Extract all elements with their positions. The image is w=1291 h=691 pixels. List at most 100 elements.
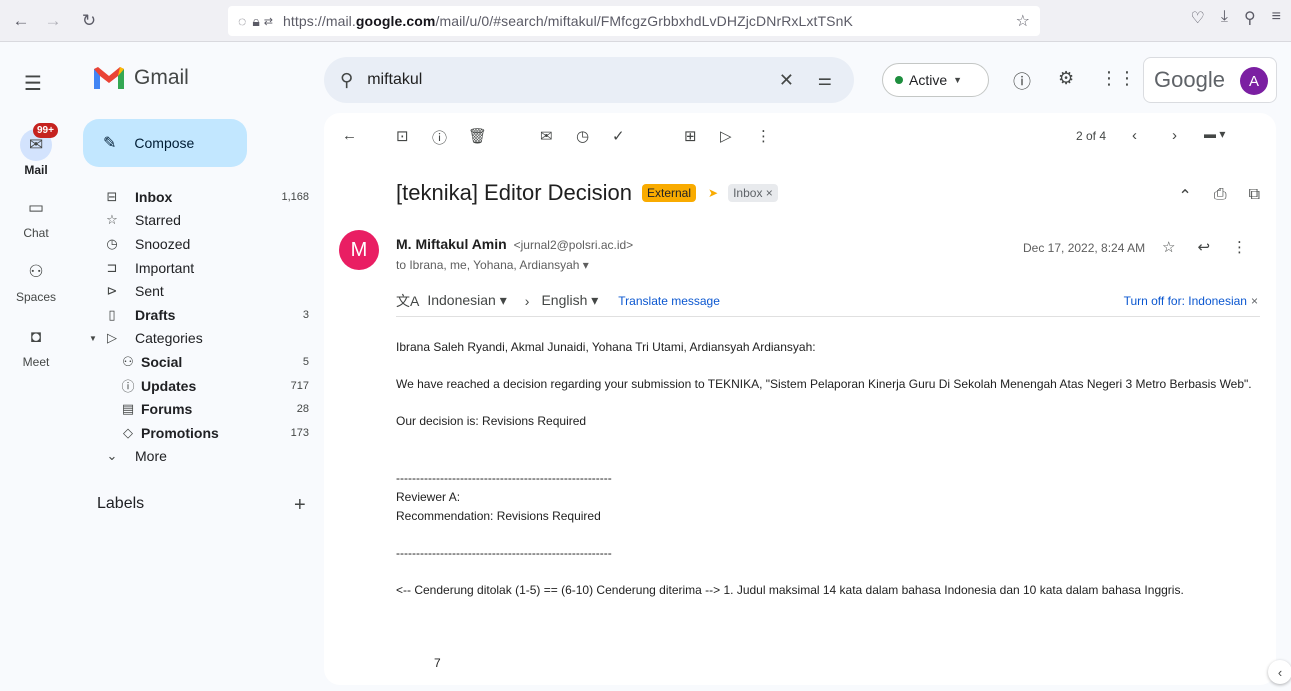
folder-important[interactable]: ⊐ Important — [83, 256, 319, 280]
back-arrow-icon[interactable]: ← — [8, 8, 34, 34]
pager-count: 2 of 4 — [1076, 129, 1107, 143]
print-icon[interactable]: ⎙ — [1214, 186, 1227, 206]
sender-name[interactable]: M. Miftakul Amin — [396, 236, 507, 252]
folder-sent[interactable]: ⊳ Sent — [83, 279, 319, 303]
apps-grid-icon[interactable]: ⋮⋮ — [1100, 68, 1136, 89]
folder-more[interactable]: ⌄ More — [83, 445, 319, 469]
folder-drafts[interactable]: ▯ Drafts 3 — [83, 303, 319, 327]
sender-avatar[interactable]: M — [339, 230, 379, 270]
translate-bar: 文A Indonesian ▾ › English ▾ Translate me… — [396, 285, 1260, 317]
star-icon: ☆ — [106, 212, 118, 228]
clear-search-icon[interactable]: ✕ — [779, 70, 794, 91]
folder-label: Updates — [141, 377, 197, 394]
folder-inbox[interactable]: ⊟ Inbox 1,168 — [83, 185, 319, 209]
arrow-right-icon: › — [524, 292, 530, 309]
archive-icon[interactable]: ⊡ — [396, 127, 409, 145]
add-task-icon[interactable]: ✓ — [612, 127, 625, 145]
shield-icon: ◌ — [238, 13, 247, 29]
folder-count: 173 — [290, 426, 309, 439]
delete-icon[interactable]: 🗑︎ — [468, 127, 487, 145]
collapse-all-icon[interactable]: ⌃ — [1178, 186, 1191, 206]
search-options-icon[interactable]: ⚌ — [818, 70, 832, 90]
folder-label: Drafts — [135, 306, 176, 323]
folder-promotions[interactable]: ◇ Promotions 173 — [83, 421, 319, 445]
gmail-wordmark: Gmail — [134, 66, 189, 89]
folder-label: Snoozed — [135, 235, 191, 252]
snooze-icon[interactable]: ◷ — [576, 127, 589, 145]
inbox-icon: ⊟ — [106, 188, 118, 204]
account-box[interactable]: Google A — [1143, 57, 1277, 103]
gmail-logo[interactable]: Gmail — [92, 65, 189, 91]
main-menu-icon[interactable]: ☰ — [24, 71, 42, 96]
status-dropdown[interactable]: Active ▼ — [882, 63, 989, 97]
turn-off-translate-link[interactable]: Turn off for: Indonesian × — [1124, 294, 1258, 308]
chevron-down-icon: ⌄ — [106, 448, 118, 464]
forward-arrow-icon[interactable]: → — [40, 8, 66, 34]
side-panel-toggle-icon[interactable]: ‹ — [1268, 660, 1291, 684]
translate-icon: 文A — [396, 292, 420, 309]
folder-snoozed[interactable]: ◷ Snoozed — [83, 232, 319, 256]
rail-meet[interactable]: ◘ Meet — [0, 321, 72, 369]
mail-unread-badge: 99+ — [33, 123, 58, 138]
send-icon: ⊳ — [106, 283, 118, 299]
bookmark-star-icon[interactable]: ☆ — [1016, 11, 1030, 31]
inbox-tag[interactable]: Inbox × — [728, 184, 778, 202]
report-spam-icon[interactable]: ⓘ — [432, 127, 447, 148]
body-separator: ----------------------------------------… — [396, 471, 612, 485]
newer-chevron-icon[interactable]: ‹ — [1132, 127, 1137, 144]
download-icon[interactable]: ⤓ — [1221, 8, 1228, 28]
folder-forums[interactable]: ▤ Forums 28 — [83, 397, 319, 421]
more-options-icon[interactable]: ⋮ — [756, 127, 771, 145]
message-panel: ← ⊡ ⓘ 🗑︎ ✉ ◷ ✓ ⊞ ▷ ⋮ 2 of 4 ‹ › ▬ ▾ [tek… — [324, 113, 1276, 685]
more-vert-icon[interactable]: ⋮ — [1232, 238, 1247, 256]
address-bar[interactable]: ◌ 🔒︎ ⇄ https://mail.google.com/mail/u/0/… — [228, 6, 1040, 36]
clock-icon: ◷ — [106, 235, 118, 251]
mark-unread-icon[interactable]: ✉ — [540, 127, 553, 145]
help-icon[interactable]: ⓘ — [1013, 68, 1031, 94]
label-icon[interactable]: ▷ — [720, 127, 732, 145]
rail-spaces[interactable]: ⚇ Spaces — [0, 256, 72, 304]
settings-gear-icon[interactable]: ⚙ — [1058, 68, 1074, 89]
rail-chat[interactable]: ▭ Chat — [0, 192, 72, 240]
folder-list: ⊟ Inbox 1,168 ☆ Starred ◷ Snoozed ⊐ Impo… — [83, 185, 319, 468]
body-greeting: Ibrana Saleh Ryandi, Akmal Junaidi, Yoha… — [396, 340, 816, 354]
folder-label: Promotions — [141, 424, 219, 441]
input-tools-icon[interactable]: ▬ ▾ — [1204, 127, 1225, 141]
folder-social[interactable]: ⚇ Social 5 — [83, 350, 319, 374]
close-icon[interactable]: × — [1251, 294, 1258, 308]
pocket-icon[interactable]: ♡ — [1191, 8, 1205, 28]
back-to-list-icon[interactable]: ← — [342, 127, 357, 144]
older-chevron-icon[interactable]: › — [1172, 127, 1177, 144]
permissions-icon[interactable]: ⇄ — [264, 15, 273, 28]
reload-icon[interactable]: ↻ — [76, 8, 102, 34]
folder-count: 1,168 — [281, 190, 309, 203]
turn-off-label: Turn off for: Indonesian — [1123, 293, 1247, 308]
important-marker-icon[interactable]: ➤ — [708, 186, 718, 200]
browser-menu-icon[interactable]: ≡ — [1272, 8, 1281, 28]
translate-message-link[interactable]: Translate message — [618, 294, 720, 308]
search-bar[interactable]: ⚲ miftakul ✕ ⚌ — [324, 57, 854, 103]
reply-icon[interactable]: ↩ — [1197, 238, 1210, 256]
folder-categories[interactable]: ▼ ▷ Categories — [83, 327, 319, 351]
compose-button[interactable]: ✎ Compose — [83, 119, 247, 167]
account-avatar[interactable]: A — [1240, 67, 1268, 95]
extensions-icon[interactable]: ⚲ — [1244, 8, 1256, 28]
folder-starred[interactable]: ☆ Starred — [83, 209, 319, 233]
target-language-select[interactable]: English ▾ — [541, 292, 598, 309]
status-label: Active — [909, 72, 948, 88]
move-to-icon[interactable]: ⊞ — [684, 127, 697, 145]
source-language-label: Indonesian — [427, 292, 496, 308]
star-icon[interactable]: ☆ — [1162, 238, 1175, 256]
recipients-line[interactable]: to Ibrana, me, Yohana, Ardiansyah ▾ — [396, 258, 589, 272]
folder-label: Important — [135, 259, 195, 276]
search-icon[interactable]: ⚲ — [340, 70, 353, 91]
rail-mail[interactable]: ✉ 99+ Mail — [0, 123, 72, 177]
source-language-select[interactable]: Indonesian ▾ — [427, 292, 506, 309]
add-label-icon[interactable]: + — [294, 494, 306, 517]
search-input[interactable]: miftakul — [367, 71, 422, 89]
open-new-window-icon[interactable]: ⧉ — [1249, 186, 1260, 206]
people-icon: ⚇ — [122, 353, 134, 369]
google-wordmark: Google — [1154, 67, 1225, 92]
folder-label: More — [135, 448, 167, 465]
folder-updates[interactable]: ⓘ Updates 717 — [83, 374, 319, 398]
